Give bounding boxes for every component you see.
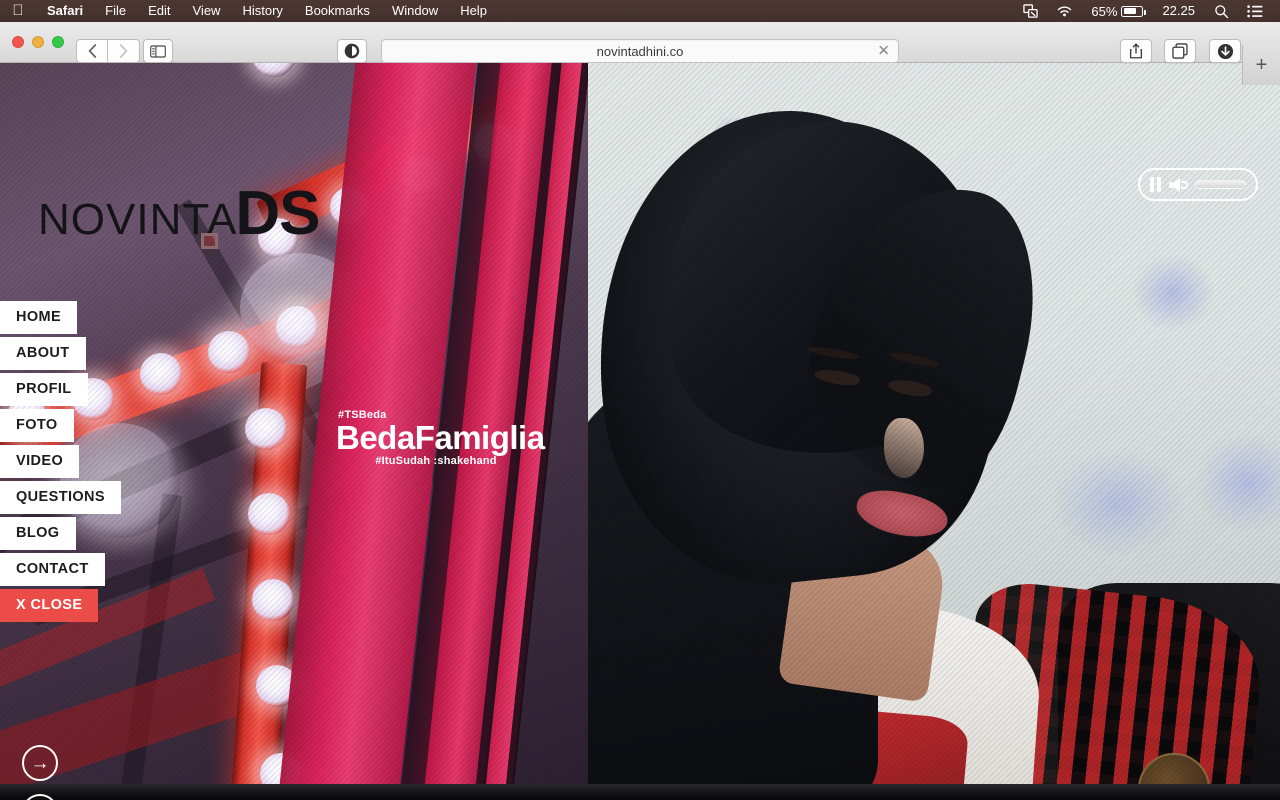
url-text: novintadhini.co xyxy=(596,43,684,59)
slide-headline: #TSBeda BedaFamiglia #ItuSudah :shakehan… xyxy=(336,409,545,467)
macos-menu-bar:  Safari File Edit View History Bookmark… xyxy=(0,0,1280,22)
menu-item-history[interactable]: History xyxy=(231,0,293,22)
nav-item-about[interactable]: ABOUT xyxy=(0,337,86,370)
sidebar-toggle-icon[interactable] xyxy=(143,39,173,63)
nav-item-contact[interactable]: CONTACT xyxy=(0,553,105,586)
battery-status[interactable]: 65% xyxy=(1082,0,1152,22)
slider-next-icon[interactable]: → xyxy=(22,745,58,781)
headline-tag-bottom: #ItuSudah :shakehand xyxy=(375,455,497,467)
battery-icon xyxy=(1121,5,1147,17)
media-player-controls xyxy=(1138,168,1258,201)
menu-bar-items:  Safari File Edit View History Bookmark… xyxy=(0,0,498,22)
wifi-icon[interactable] xyxy=(1047,0,1082,22)
pause-icon[interactable] xyxy=(1150,177,1161,192)
minimize-window-button[interactable] xyxy=(32,36,44,48)
show-all-tabs-icon[interactable] xyxy=(1164,39,1196,63)
share-icon[interactable] xyxy=(1120,39,1152,63)
menu-item-window[interactable]: Window xyxy=(381,0,449,22)
nav-item-home[interactable]: HOME xyxy=(0,301,78,334)
menu-item-edit[interactable]: Edit xyxy=(137,0,181,22)
downloads-icon[interactable] xyxy=(1209,39,1241,63)
clock-label[interactable]: 22.25 xyxy=(1152,0,1205,22)
nav-item-blog[interactable]: BLOG xyxy=(0,517,76,550)
volume-icon[interactable] xyxy=(1169,177,1188,192)
screen:  Safari File Edit View History Bookmark… xyxy=(0,0,1280,800)
headline-title: BedaFamiglia xyxy=(336,419,545,456)
address-bar[interactable]: novintadhini.co ✕ xyxy=(381,39,899,63)
battery-percent-label: 65% xyxy=(1091,3,1118,19)
notification-list-icon[interactable] xyxy=(1238,0,1272,22)
new-tab-button[interactable]: + xyxy=(1242,45,1280,85)
nav-item-questions[interactable]: QUESTIONS xyxy=(0,481,121,514)
browser-toolbar: novintadhini.co ✕ + xyxy=(0,22,1280,85)
search-icon[interactable] xyxy=(1205,0,1238,22)
logo-secondary-text: DS xyxy=(235,179,320,248)
back-button[interactable] xyxy=(76,39,108,63)
screen-share-icon[interactable] xyxy=(1014,0,1047,22)
nav-item-close[interactable]: X CLOSE xyxy=(0,589,99,622)
zoom-window-button[interactable] xyxy=(52,36,64,48)
apple-logo-icon[interactable]:  xyxy=(0,3,36,20)
web-page-content: NOVINTA DS HOME ABOUT PROFIL FOTO VIDEO … xyxy=(0,63,1280,800)
site-logo[interactable]: NOVINTA DS xyxy=(38,179,320,249)
menu-item-safari[interactable]: Safari xyxy=(36,0,94,22)
menu-bar-status-items: 65% 22.25 xyxy=(1014,0,1272,22)
navigation-buttons xyxy=(76,39,140,63)
nav-item-profil[interactable]: PROFIL xyxy=(0,373,88,406)
window-traffic-lights xyxy=(12,36,64,48)
page-bottom-band xyxy=(0,784,1280,800)
forward-button[interactable] xyxy=(108,39,140,63)
close-window-button[interactable] xyxy=(12,36,24,48)
menu-item-bookmarks[interactable]: Bookmarks xyxy=(294,0,381,22)
volume-slider[interactable] xyxy=(1195,180,1246,189)
menu-item-help[interactable]: Help xyxy=(449,0,498,22)
stop-loading-icon[interactable]: ✕ xyxy=(877,44,890,59)
menu-item-file[interactable]: File xyxy=(94,0,137,22)
privacy-shield-icon[interactable] xyxy=(337,39,367,63)
nav-item-video[interactable]: VIDEO xyxy=(0,445,80,478)
site-navigation: HOME ABOUT PROFIL FOTO VIDEO QUESTIONS B… xyxy=(0,301,121,625)
logo-square-mark xyxy=(201,233,218,249)
nav-item-foto[interactable]: FOTO xyxy=(0,409,74,442)
menu-item-view[interactable]: View xyxy=(182,0,232,22)
